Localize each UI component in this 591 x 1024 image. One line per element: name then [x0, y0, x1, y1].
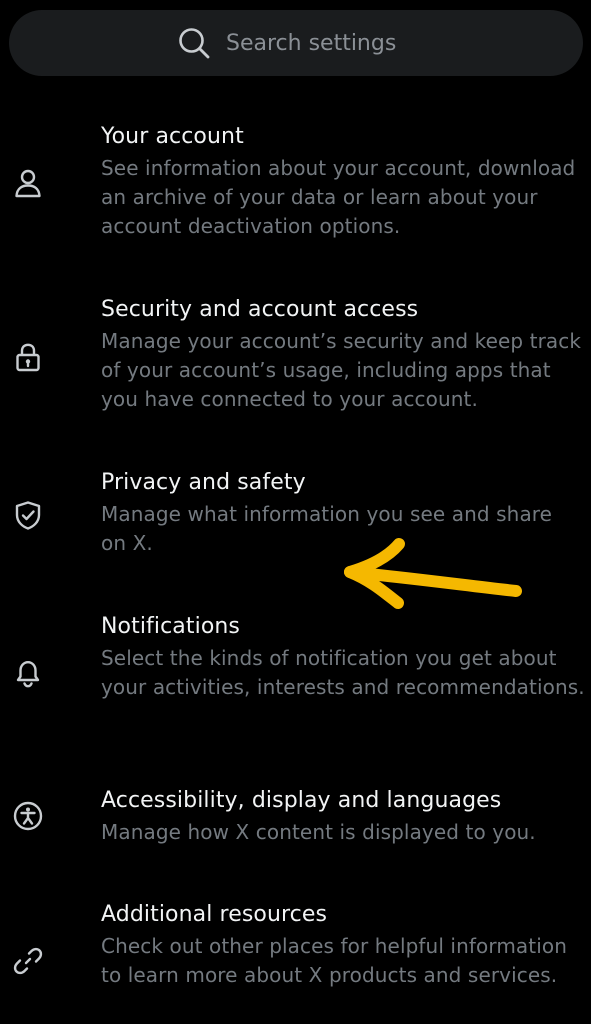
- accessibility-icon: [10, 798, 46, 834]
- setting-title: Notifications: [101, 614, 240, 639]
- shield-check-icon: [10, 497, 46, 533]
- settings-item-notifications[interactable]: Notifications Select the kinds of notifi…: [0, 612, 591, 742]
- settings-item-your-account[interactable]: Your account See information about your …: [0, 122, 591, 252]
- setting-description: Select the kinds of notification you get…: [101, 646, 585, 699]
- link-icon: [10, 943, 46, 979]
- setting-title: Accessibility, display and languages: [101, 788, 502, 813]
- settings-list: Your account See information about your …: [0, 0, 591, 1024]
- settings-item-security[interactable]: Security and account access Manage your …: [0, 295, 591, 425]
- settings-item-additional-resources[interactable]: Additional resources Check out other pla…: [0, 900, 591, 1024]
- bell-icon: [10, 655, 46, 691]
- setting-title: Security and account access: [101, 297, 419, 322]
- setting-description: Manage how X content is displayed to you…: [101, 820, 536, 844]
- setting-description: Manage your account’s security and keep …: [101, 329, 582, 411]
- setting-title: Privacy and safety: [101, 470, 306, 495]
- settings-item-accessibility[interactable]: Accessibility, display and languages Man…: [0, 786, 591, 866]
- setting-title: Your account: [101, 124, 244, 149]
- setting-description: Manage what information you see and shar…: [101, 502, 553, 555]
- settings-item-privacy[interactable]: Privacy and safety Manage what informati…: [0, 468, 591, 568]
- setting-title: Additional resources: [101, 902, 328, 927]
- setting-description: Check out other places for helpful infor…: [101, 934, 567, 987]
- setting-description: See information about your account, down…: [101, 156, 576, 238]
- person-icon: [10, 165, 46, 201]
- lock-icon: [10, 339, 46, 375]
